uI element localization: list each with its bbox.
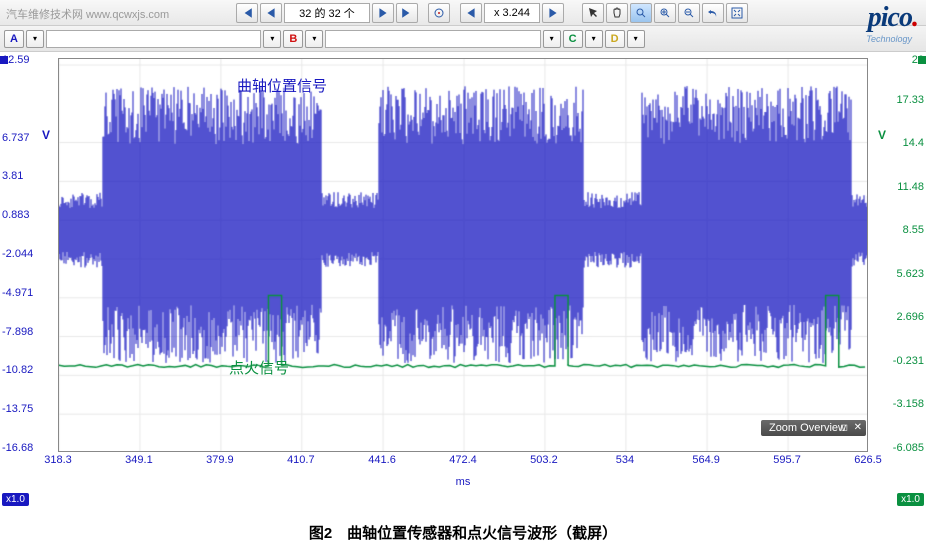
channel-a-field[interactable] xyxy=(46,30,261,48)
x-scale-left-badge: x1.0 xyxy=(2,493,29,506)
channel-a-box[interactable]: A xyxy=(4,30,24,48)
undo-icon[interactable] xyxy=(702,3,724,23)
pico-logo-sub: Technology xyxy=(866,34,912,44)
x-scale-right-badge: x1.0 xyxy=(897,493,924,506)
zoom-out-icon[interactable] xyxy=(678,3,700,23)
frame-prev-button[interactable] xyxy=(260,3,282,23)
zoom-in-step-button[interactable] xyxy=(542,3,564,23)
zoom-select-icon[interactable] xyxy=(630,3,652,23)
y-axis-left-labels: 12.596.7373.810.883-2.044-4.971-7.898-10… xyxy=(2,52,50,472)
channel-a-dropdown[interactable]: ▾ xyxy=(26,30,44,48)
pico-logo: pico. xyxy=(868,2,918,34)
channel-b-dropdown[interactable]: ▾ xyxy=(305,30,323,48)
zoom-factor-input[interactable] xyxy=(484,3,540,23)
x-axis-labels: 318.3349.1379.9410.7441.6472.4503.253456… xyxy=(58,454,868,470)
zoom-out-step-button[interactable] xyxy=(460,3,482,23)
zoom-overview-label: Zoom Overview xyxy=(769,422,846,434)
channel-b-field[interactable] xyxy=(325,30,540,48)
channel-a-field-dd[interactable]: ▾ xyxy=(263,30,281,48)
ignition-signal-label: 点火信号 xyxy=(229,357,289,378)
figure-caption: 图2 曲轴位置传感器和点火信号波形（截屏） xyxy=(0,508,926,549)
channel-d-box[interactable]: D xyxy=(605,30,625,48)
watermark-text: 汽车维修技术网 www.qcwxjs.com xyxy=(6,6,169,22)
target-icon[interactable] xyxy=(428,3,450,23)
zoom-overview-panel[interactable]: Zoom Overview ◻ ✕ xyxy=(761,420,866,436)
channel-c-box[interactable]: C xyxy=(563,30,583,48)
channel-c-dropdown[interactable]: ▾ xyxy=(585,30,603,48)
frame-next-button[interactable] xyxy=(372,3,394,23)
close-icon[interactable]: ✕ xyxy=(854,422,862,433)
hand-tool-icon[interactable] xyxy=(606,3,628,23)
frame-last-button[interactable] xyxy=(396,3,418,23)
channel-b-field-dd[interactable]: ▾ xyxy=(543,30,561,48)
frame-counter-input[interactable] xyxy=(284,3,370,23)
crank-signal-label: 曲轴位置信号 xyxy=(237,75,327,96)
channel-b-box[interactable]: B xyxy=(283,30,303,48)
expand-icon[interactable]: ◻ xyxy=(841,422,848,433)
pointer-tool-icon[interactable] xyxy=(582,3,604,23)
frame-first-button[interactable] xyxy=(236,3,258,23)
oscilloscope-chart: 曲轴位置信号 点火信号 xyxy=(58,58,868,452)
channel-d-dropdown[interactable]: ▾ xyxy=(627,30,645,48)
x-axis-unit: ms xyxy=(456,476,471,488)
fit-icon[interactable] xyxy=(726,3,748,23)
y-axis-right-labels: 2017.3314.411.488.555.6232.696-0.231-3.1… xyxy=(876,52,924,472)
zoom-in-icon[interactable] xyxy=(654,3,676,23)
